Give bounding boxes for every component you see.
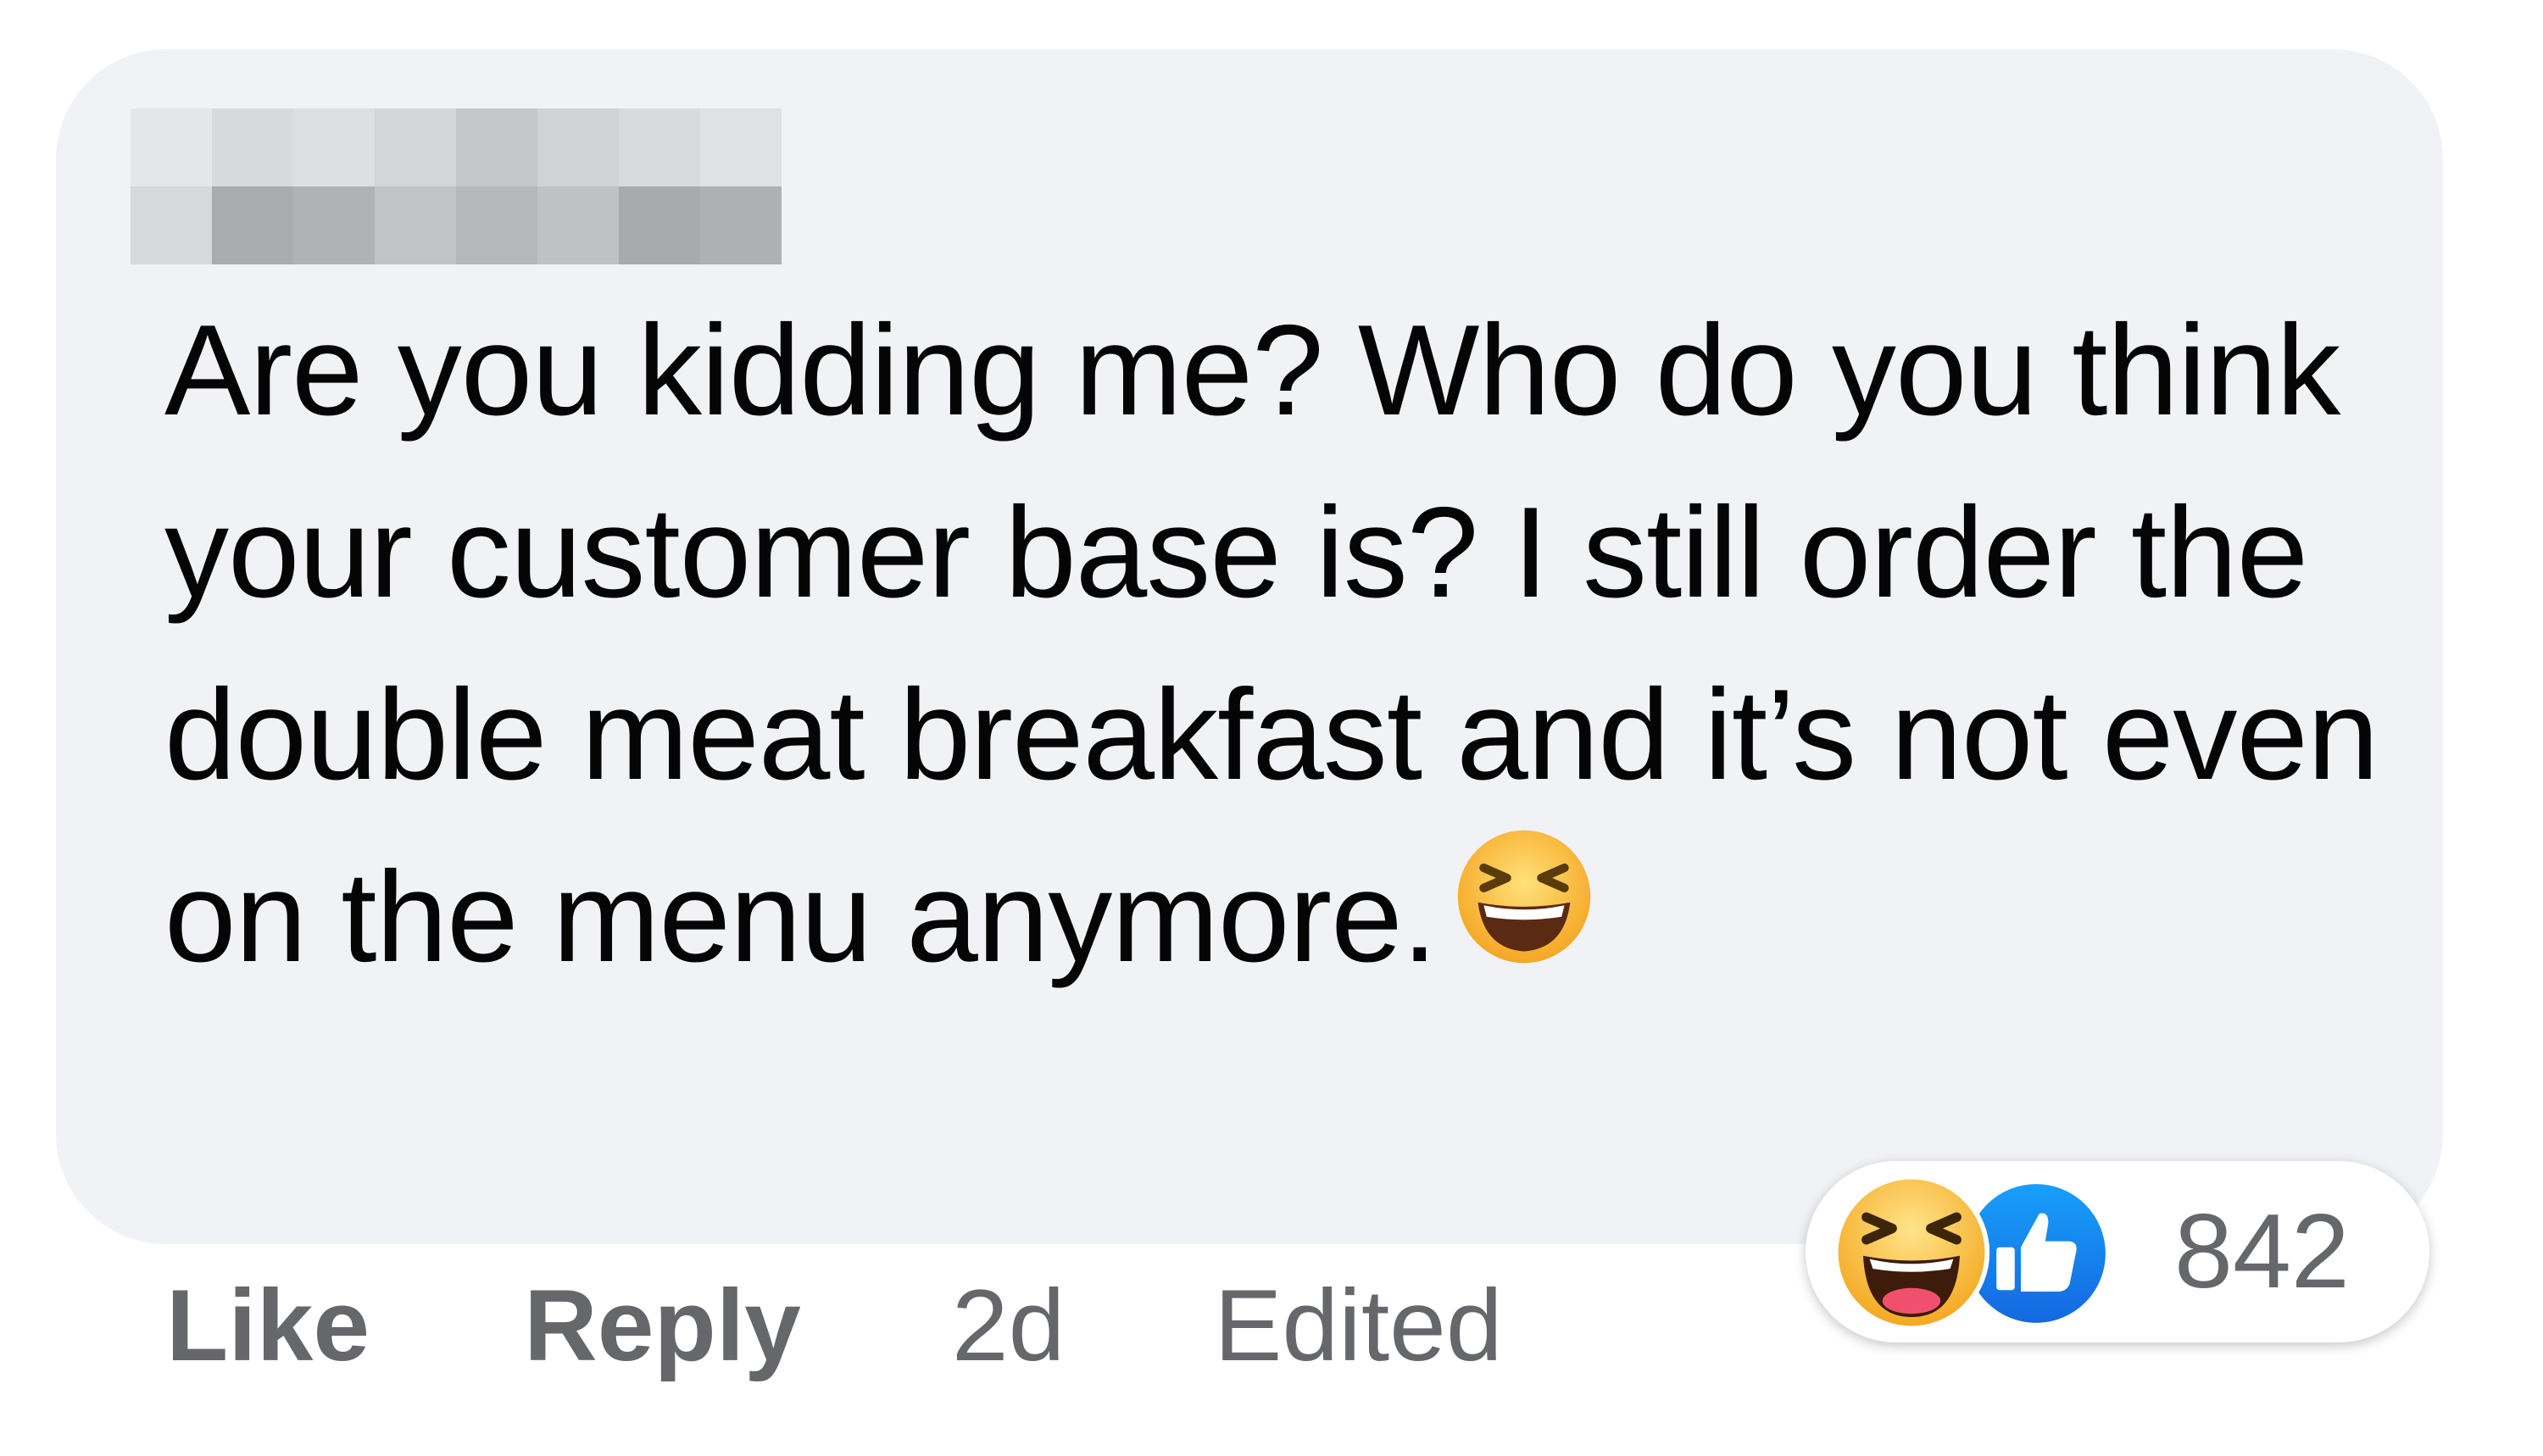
haha-reaction-icon — [1831, 1172, 1992, 1337]
redacted-row — [131, 186, 782, 264]
comment-actions: Like Reply 2d Edited — [166, 1267, 1503, 1384]
author-name-redacted[interactable] — [131, 108, 782, 264]
comment-text: Are you kidding me? Who do you think you… — [164, 298, 2379, 989]
redacted-row — [131, 108, 782, 186]
comment-body: Are you kidding me? Who do you think you… — [164, 280, 2385, 1023]
laughing-face-icon — [1452, 825, 1596, 1016]
reply-button[interactable]: Reply — [524, 1267, 801, 1384]
timestamp-link[interactable]: 2d — [952, 1267, 1065, 1384]
reaction-summary[interactable]: 842 — [1806, 1161, 2429, 1342]
reaction-count: 842 — [2174, 1193, 2350, 1310]
like-button[interactable]: Like — [166, 1267, 370, 1384]
edited-label[interactable]: Edited — [1214, 1267, 1502, 1384]
